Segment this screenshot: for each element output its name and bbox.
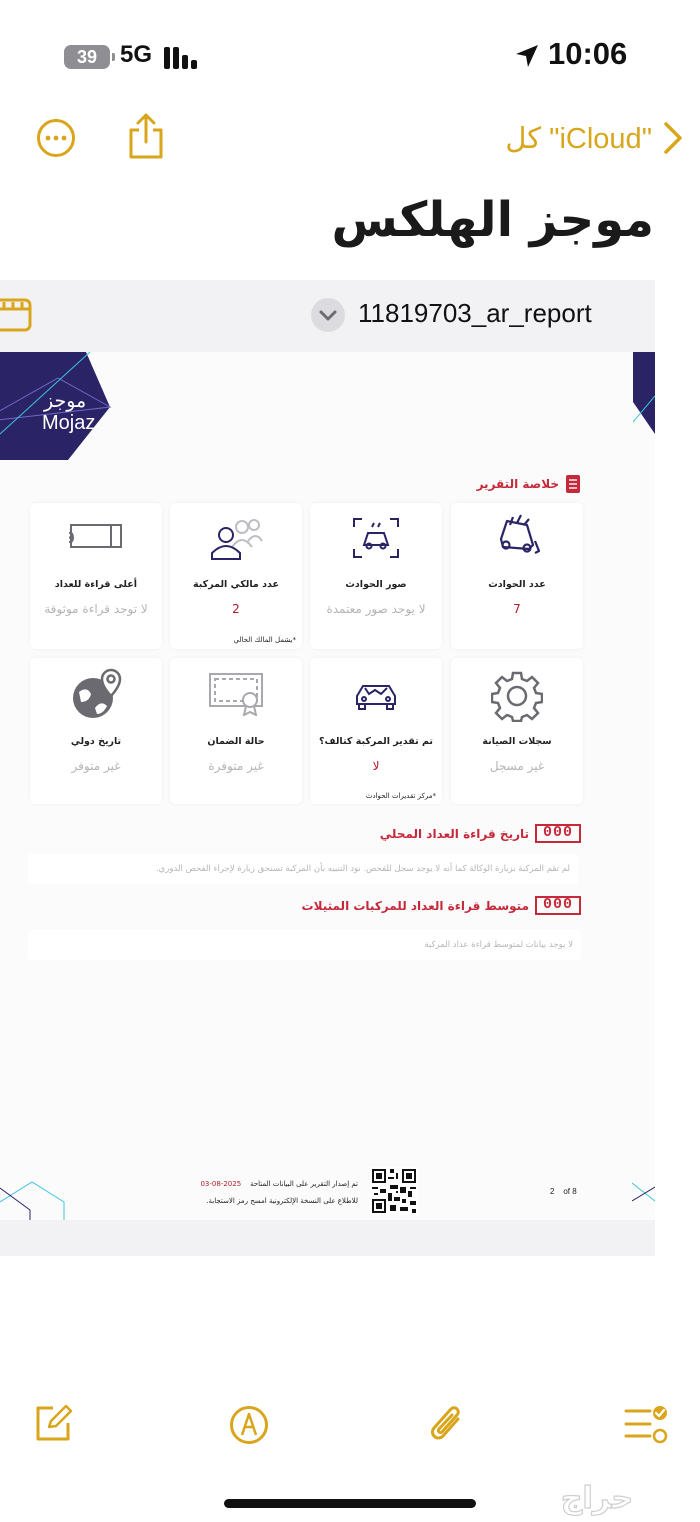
paperclip-icon[interactable] [428, 1403, 466, 1447]
card-value: غير متوفرة [208, 759, 264, 773]
page-number: 2 of 8 [550, 1187, 577, 1196]
location-arrow-icon [516, 45, 538, 67]
card-value: لا يوجد صور معتمدة [326, 602, 426, 616]
card-maintenance-records: سجلات الصيانة غير مسجل [451, 658, 583, 804]
chevron-down-icon[interactable] [311, 298, 345, 332]
signal-strength-icon [164, 45, 200, 69]
battery-indicator: 39 [64, 45, 115, 69]
card-title: حالة الضمان [207, 736, 265, 747]
card-title: سجلات الصيانة [482, 736, 552, 747]
back-label: كل "iCloud" [505, 122, 652, 155]
similar-odometer-header: 000 متوسط قراءة العداد للمركبات المثيلات [302, 896, 581, 915]
report-document-icon [566, 475, 580, 493]
globe-pin-icon [73, 668, 122, 718]
watermark-text: حراج [561, 1481, 633, 1516]
similar-odometer-title: متوسط قراءة العداد للمركبات المثيلات [301, 898, 529, 913]
card-value: لا توجد قراءة موثوقة [44, 602, 148, 616]
compose-icon[interactable] [33, 1403, 73, 1443]
card-note: *مركز تقديرات الحوادث [365, 792, 436, 800]
share-icon[interactable] [127, 112, 165, 160]
card-highest-odometer: 000 أعلى قراءة للعداد لا توجد قراءة موثو… [30, 503, 162, 649]
svg-text:000: 000 [69, 530, 75, 549]
network-type: 5G [120, 41, 153, 68]
footer-scan-text: للاطلاع على النسخة الإلكترونية امسح رمز … [206, 1197, 358, 1205]
crashed-car-icon [499, 514, 541, 554]
card-title: أعلى قراءة للعداد [54, 579, 138, 590]
status-time: 10:06 [548, 36, 628, 71]
warranty-certificate-icon [209, 673, 263, 716]
local-odometer-text: لم تقم المركبة بزيارة الوكالة كما أنه لا… [155, 864, 570, 874]
card-note: *يشمل المالك الحالي [233, 636, 296, 644]
card-title: صور الحوادث [345, 579, 407, 590]
haraj-watermark: حراج [560, 1480, 633, 1516]
odometer-icon: 000 [535, 824, 581, 843]
back-button[interactable]: كل "iCloud" [505, 118, 684, 158]
local-odometer-note: لم تقم المركبة بزيارة الوكالة كما أنه لا… [28, 854, 578, 884]
status-bar: 39 5G 10:06 [0, 0, 700, 110]
card-warranty-status: حالة الضمان غير متوفرة [170, 658, 302, 804]
similar-odometer-note: لا يوجد بيانات لمتوسط قراءة عداد المركبة [28, 930, 581, 960]
card-accident-photos: صور الحوادث لا يوجد صور معتمدة [310, 503, 442, 649]
similar-odometer-text: لا يوجد بيانات لمتوسط قراءة عداد المركبة [424, 940, 573, 950]
card-owners-count: عدد مالكي المركبة 2 *يشمل المالك الحالي [170, 503, 302, 649]
gear-icon [491, 671, 543, 722]
ellipsis-circle-icon[interactable] [36, 118, 76, 158]
document-view-icon[interactable] [0, 297, 34, 333]
card-title: تم تقدير المركبة كتالف؟ [319, 736, 433, 747]
page-total: of 8 [563, 1187, 577, 1196]
home-indicator[interactable] [224, 1499, 476, 1508]
card-value: 2 [232, 602, 240, 616]
markup-pen-icon[interactable] [229, 1405, 269, 1445]
card-title: عدد مالكي المركبة [193, 579, 279, 590]
local-odometer-title: تاريخ قراءة العداد المحلي [379, 826, 529, 841]
qr-code [370, 1167, 418, 1215]
odometer-icon: 000 [535, 896, 581, 915]
checklist-icon[interactable] [624, 1405, 670, 1445]
footer-issued-text: تم إصدار التقرير على البيانات المتاحة [250, 1180, 358, 1188]
car-photo-icon [353, 518, 399, 558]
card-title: تاريخ دولي [70, 736, 122, 747]
logo-english-text: Mojaz [42, 412, 96, 434]
logo-arabic-text: موجز [44, 390, 87, 412]
footer-decoration-right [632, 1182, 655, 1202]
corner-decoration [633, 352, 655, 434]
footer-date: 2025-08-03 [200, 1180, 242, 1188]
card-value: غير مسجل [489, 759, 545, 773]
summary-header: خلاصة التقرير [477, 474, 581, 494]
note-title: موجز الهلكس [331, 192, 655, 248]
attachment-filename[interactable]: 11819703_ar_report [358, 298, 592, 329]
card-total-loss: تم تقدير المركبة كتالف؟ لا *مركز تقديرات… [310, 658, 442, 804]
card-title: عدد الحوادث [488, 579, 546, 590]
report-page: موجز Mojaz خلاصة التقرير عدد الحوادث 7 ص… [0, 352, 655, 1220]
card-accidents-count: عدد الحوادث 7 [451, 503, 583, 649]
odometer-icon: 000 [69, 524, 122, 549]
card-value: غير متوفر [71, 759, 121, 773]
footer-issued-line: تم إصدار التقرير على البيانات المتاحة 20… [178, 1180, 358, 1188]
card-value: 7 [513, 602, 521, 616]
card-international-history: تاريخ دولي غير متوفر [30, 658, 162, 804]
damaged-car-icon [356, 685, 396, 710]
chevron-right-icon [664, 122, 682, 154]
card-value: لا [372, 759, 380, 773]
owners-icon [211, 519, 263, 560]
local-odometer-header: 000 تاريخ قراءة العداد المحلي [380, 824, 581, 843]
footer-decoration-left [0, 1181, 65, 1220]
summary-title: خلاصة التقرير [476, 477, 559, 491]
page-current: 2 [550, 1187, 555, 1196]
